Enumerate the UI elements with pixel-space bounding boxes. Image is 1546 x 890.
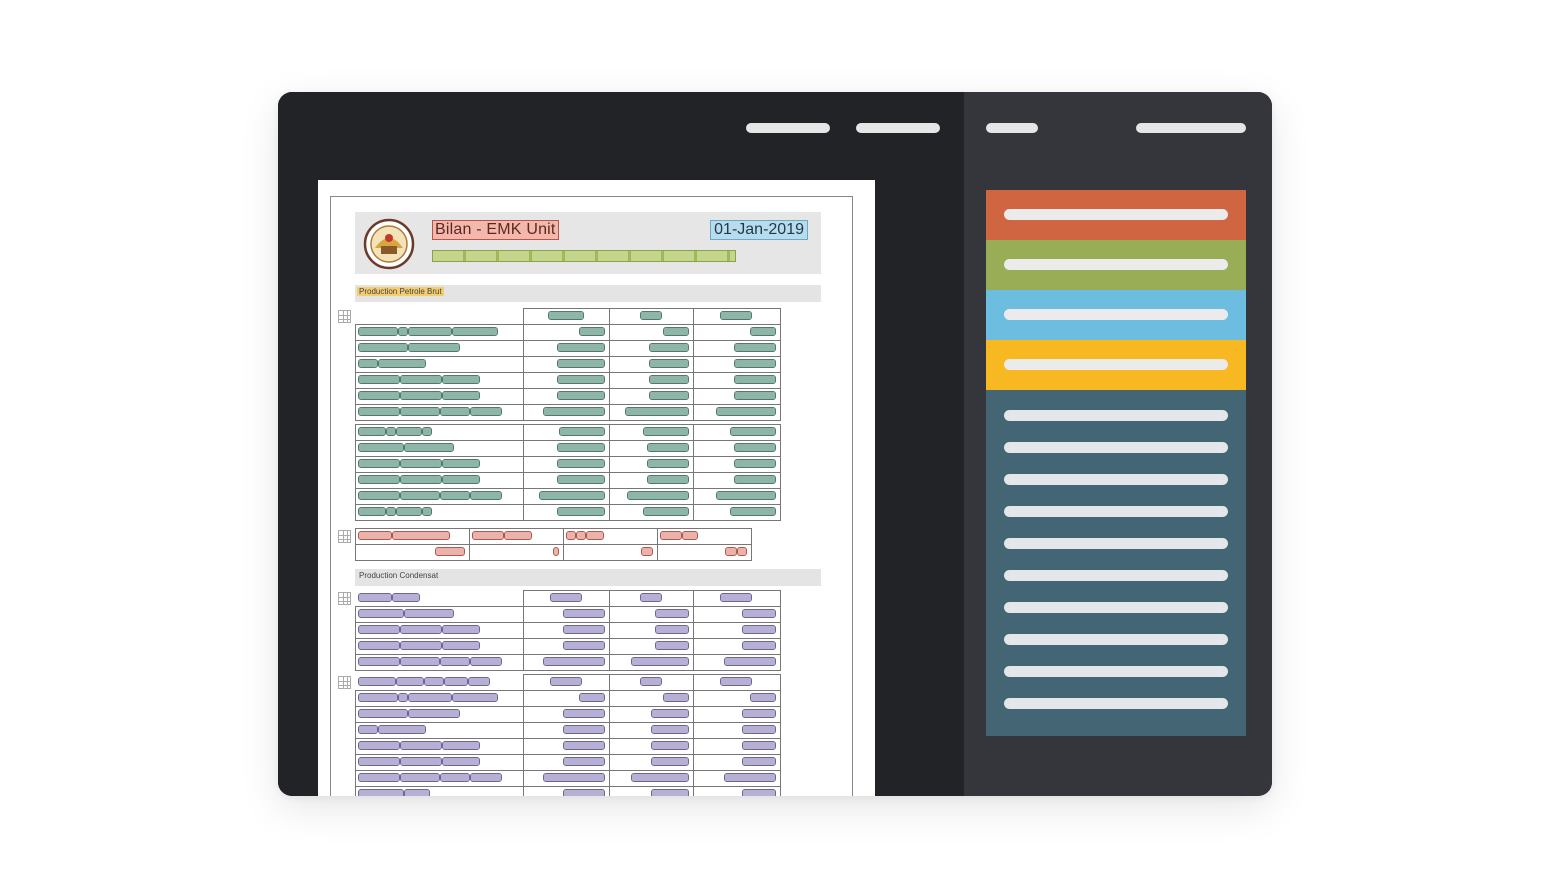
- section-title: Production Condensat: [359, 571, 439, 580]
- table-row: [356, 674, 781, 691]
- table-row: [355, 528, 752, 545]
- item-label-placeholder: [1004, 259, 1228, 270]
- sidebar-tab-pill-2[interactable]: [1136, 123, 1246, 133]
- table-row: [355, 356, 781, 373]
- toolbar-pill-1[interactable]: [746, 123, 830, 133]
- document-title: Bilan - EMK Unit: [432, 220, 559, 240]
- list-item[interactable]: [1004, 474, 1228, 485]
- item-label-placeholder: [1004, 309, 1228, 320]
- table-row: [355, 622, 781, 639]
- document-viewer-pane: Bilan - EMK Unit 01-Jan-2019 Production …: [278, 92, 964, 796]
- section-header-condensat: Production Condensat: [355, 569, 821, 586]
- table-row: [355, 706, 781, 723]
- table-row: [355, 654, 781, 671]
- document-header: Bilan - EMK Unit 01-Jan-2019: [355, 212, 821, 274]
- table-row: [355, 786, 781, 796]
- list-item[interactable]: [1004, 570, 1228, 581]
- table-row: [355, 690, 781, 707]
- table-row: [355, 754, 781, 771]
- table-row: [355, 440, 781, 457]
- sidebar-item-orange[interactable]: [986, 190, 1246, 240]
- document-subtitle: [432, 250, 736, 262]
- table-row: [355, 722, 781, 739]
- table-petrole-1: [355, 308, 781, 421]
- table-grid-icon: [338, 530, 351, 543]
- table-grid-icon: [338, 310, 351, 323]
- table-grid-icon: [338, 676, 351, 689]
- document-page: Bilan - EMK Unit 01-Jan-2019 Production …: [318, 180, 875, 796]
- table-row: [355, 388, 781, 405]
- app-window: Bilan - EMK Unit 01-Jan-2019 Production …: [278, 92, 1272, 796]
- table-row: [355, 372, 781, 389]
- sidebar-item-blue[interactable]: [986, 290, 1246, 340]
- list-item[interactable]: [1004, 442, 1228, 453]
- table-row: [355, 324, 781, 341]
- item-label-placeholder: [1004, 209, 1228, 220]
- sidebar-pane: [964, 92, 1272, 796]
- list-item[interactable]: [1004, 698, 1228, 709]
- table-row: [355, 456, 781, 473]
- company-logo-icon: [363, 218, 415, 270]
- list-item[interactable]: [1004, 410, 1228, 421]
- list-item[interactable]: [1004, 538, 1228, 549]
- sidebar-list-panel: [986, 390, 1246, 736]
- table-grid-icon: [338, 592, 351, 605]
- table-condensat-2: [355, 674, 781, 796]
- table-row: [355, 404, 781, 421]
- table-row: [355, 738, 781, 755]
- table-row: [355, 472, 781, 489]
- table-row: [355, 340, 781, 357]
- table-row: [355, 770, 781, 787]
- sidebar-item-green[interactable]: [986, 240, 1246, 290]
- sidebar-tab-pill-1[interactable]: [986, 123, 1038, 133]
- table-petrole-2: [355, 424, 781, 521]
- table-row: [355, 504, 781, 521]
- list-item[interactable]: [1004, 666, 1228, 677]
- table-summary: [355, 528, 752, 561]
- table-row: [355, 606, 781, 623]
- section-header-petrole: Production Petrole Brut: [355, 285, 821, 302]
- table-row: [355, 488, 781, 505]
- document-date: 01-Jan-2019: [710, 220, 808, 240]
- table-row: [356, 590, 781, 607]
- list-item[interactable]: [1004, 634, 1228, 645]
- table-row: [355, 424, 781, 441]
- section-title: Production Petrole Brut: [357, 287, 444, 296]
- toolbar-pill-2[interactable]: [856, 123, 940, 133]
- table-condensat-1: [355, 590, 781, 671]
- table-row: [355, 638, 781, 655]
- list-item[interactable]: [1004, 506, 1228, 517]
- table-row: [355, 544, 752, 561]
- table-row: [356, 308, 781, 325]
- list-item[interactable]: [1004, 602, 1228, 613]
- item-label-placeholder: [1004, 359, 1228, 370]
- sidebar-item-yellow[interactable]: [986, 340, 1246, 390]
